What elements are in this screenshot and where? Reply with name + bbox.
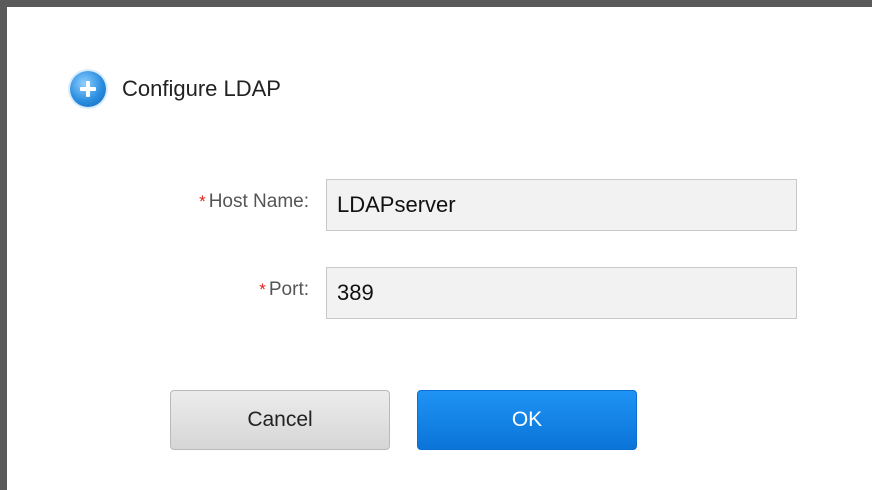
host-name-row: * Host Name: bbox=[7, 179, 872, 231]
port-label-text: Port: bbox=[268, 279, 309, 300]
port-input[interactable] bbox=[326, 267, 797, 319]
dialog-window: Configure LDAP *Host Name: *Port: Cancel… bbox=[0, 0, 872, 490]
host-name-input[interactable] bbox=[326, 179, 797, 231]
cancel-button[interactable]: Cancel bbox=[170, 390, 390, 450]
port-label: * Port: bbox=[259, 279, 309, 301]
plus-circle-icon bbox=[70, 71, 106, 107]
port-row: * Port: bbox=[7, 267, 872, 319]
required-marker: * bbox=[259, 280, 266, 299]
ok-button[interactable]: OK bbox=[417, 390, 637, 450]
required-marker: * bbox=[199, 192, 206, 211]
host-name-label-text: Host Name: bbox=[208, 191, 309, 212]
host-name-label: * Host Name: bbox=[199, 191, 309, 213]
dialog-title: Configure LDAP bbox=[122, 76, 281, 101]
dialog-header: Configure LDAP bbox=[70, 71, 281, 107]
